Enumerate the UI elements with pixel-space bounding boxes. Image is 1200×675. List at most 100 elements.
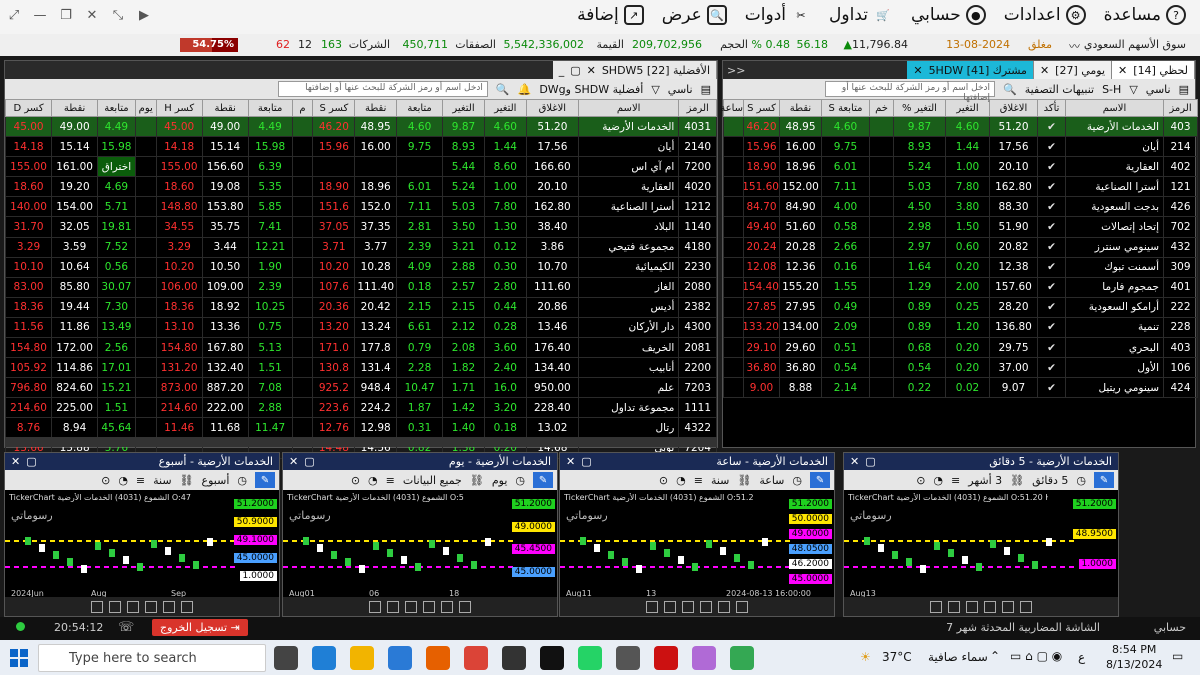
zoom-in-icon[interactable] <box>930 600 942 613</box>
close-icon[interactable]: ✕ <box>84 8 100 23</box>
table-row[interactable]: 2200 أنابيب 134.40 2.40 1.82 2.28 131.4 130.8 1.… <box>4 357 717 379</box>
table-row[interactable]: 4322 رتال 13.02 0.18 1.40 0.31 12.98 12.76 11.47… <box>4 417 717 439</box>
phone-icon[interactable]: ☏ <box>118 620 134 635</box>
pen-icon[interactable]: ✎ <box>255 472 275 488</box>
close-icon[interactable]: ✕ <box>11 455 20 468</box>
notifications-icon[interactable]: ▭ <box>1172 649 1183 663</box>
fit-icon[interactable] <box>682 600 694 613</box>
copilot-icon[interactable] <box>692 646 716 670</box>
table-row[interactable]: 7203 علم 950.00 16.0 1.71 10.47 948.4 925.2 7.08… <box>4 377 717 399</box>
settings-icon[interactable]: ⊙ <box>916 474 925 487</box>
column-header[interactable]: خم <box>869 99 894 117</box>
column-header[interactable]: نقطة <box>201 99 249 117</box>
tray-chevron-icon[interactable]: ⌃ <box>990 649 1000 663</box>
close-icon[interactable]: ✕ <box>1118 64 1127 77</box>
settings-icon[interactable]: ⊙ <box>101 474 110 487</box>
fit-icon[interactable] <box>405 600 417 613</box>
tab-shared[interactable]: مشترك 5HDW [41] ✕ <box>907 61 1034 79</box>
column-header[interactable]: متابعة S <box>821 99 870 117</box>
chart-interval[interactable]: يوم <box>492 474 508 487</box>
menu-help[interactable]: ? مساعدة <box>1104 5 1186 25</box>
column-header[interactable]: الاغلاق <box>989 99 1038 117</box>
whatsapp-icon[interactable] <box>578 646 602 670</box>
table-row[interactable]: 401 جمجوم فارما ✔ 157.60 2.00 1.29 1.55 155.20 1… <box>723 276 1198 298</box>
list-name[interactable]: ناسي <box>668 83 693 96</box>
firefox-icon[interactable] <box>426 646 450 670</box>
zoom-out-icon[interactable] <box>948 600 960 613</box>
collapse-icon[interactable]: << <box>723 64 749 77</box>
compare-icon[interactable]: ≡ <box>694 474 703 487</box>
column-header[interactable]: نقطة <box>51 99 99 117</box>
table-row[interactable]: 702 إتحاد إتصالات ✔ 51.90 1.50 2.98 0.58 51.60 4… <box>723 216 1198 238</box>
chart-body[interactable]: TickerChart الشموع (4031) الخدمات الأرضي… <box>844 491 1118 598</box>
tab-instant[interactable]: لحظي [14] ✕ <box>1112 61 1195 79</box>
pan-left-icon[interactable] <box>700 600 712 613</box>
screenshot-icon[interactable] <box>1020 600 1032 613</box>
clock-icon[interactable]: ◷ <box>1076 474 1086 487</box>
table-row[interactable]: 121 أسترا الصناعية ✔ 162.80 7.80 5.03 7.11 152.… <box>723 176 1198 198</box>
clock-icon[interactable]: ◷ <box>792 474 802 487</box>
tab-shdw5[interactable]: الأفضلية SHDW5 [22] ✕ ▢ _ <box>552 61 717 79</box>
chart-interval[interactable]: أسبوع <box>202 474 230 487</box>
windows-start-icon[interactable] <box>10 649 28 667</box>
clock-icon[interactable]: ◷ <box>237 474 247 487</box>
link-icon[interactable]: ⛓ <box>1010 474 1024 487</box>
chart-body[interactable]: TickerChart الشموع (4031) الخدمات الأرضي… <box>5 491 279 598</box>
bell-icon[interactable]: 🔔 <box>518 83 532 96</box>
edge-icon[interactable] <box>312 646 336 670</box>
table-row[interactable]: 403 البحري ✔ 29.75 0.20 0.68 0.51 29.60 29.10 <box>723 337 1198 359</box>
chart-interval[interactable]: ساعة <box>759 474 784 487</box>
pan-right-icon[interactable] <box>441 600 453 613</box>
compare-icon[interactable]: ≡ <box>386 474 395 487</box>
camera-icon[interactable]: ▶ <box>136 8 152 23</box>
clock-icon[interactable]: ◷ <box>515 474 525 487</box>
menu-trade[interactable]: 🛒 تداول <box>829 5 893 25</box>
column-header[interactable]: التغير % <box>893 99 946 117</box>
zoom-in-icon[interactable] <box>369 600 381 613</box>
menu-view[interactable]: 🔍 عرض <box>662 5 727 25</box>
column-header[interactable]: الرمز <box>1163 99 1198 117</box>
alerts-label[interactable]: تنبيهات التصفية <box>1025 83 1094 96</box>
restore-icon[interactable]: ▢ <box>865 455 875 468</box>
pan-left-icon[interactable] <box>984 600 996 613</box>
close-icon[interactable]: ✕ <box>1040 64 1049 77</box>
table-row[interactable]: 2230 الكيميائية 10.70 0.30 2.88 4.09 10.28 10.2… <box>4 256 717 278</box>
fit-icon[interactable] <box>966 600 978 613</box>
tray-icons[interactable]: ▭ ⌂ ▢ ◉ <box>1010 649 1062 663</box>
logout-button[interactable]: تسجيل الخروج ⇥ <box>152 619 248 636</box>
chart-period[interactable]: سنة <box>711 474 729 487</box>
zoom-out-icon[interactable] <box>109 600 121 613</box>
chart-period[interactable]: جميع البيانات <box>403 474 462 487</box>
list-icon[interactable]: ▤ <box>1179 83 1189 96</box>
compare-icon[interactable]: ≡ <box>951 474 960 487</box>
left-hscrollbar[interactable] <box>5 437 717 447</box>
chart-period[interactable]: سنة <box>153 474 171 487</box>
tickerchart-icon[interactable] <box>502 646 526 670</box>
column-header[interactable]: كسر S <box>743 99 780 117</box>
chart-body[interactable]: TickerChart الشموع (4031) الخدمات الأرضي… <box>560 491 834 598</box>
table-row[interactable]: 214 أيان ✔ 17.56 1.44 8.93 9.75 16.00 15.96 <box>723 136 1198 158</box>
menu-account[interactable]: ● حسابي <box>911 5 986 25</box>
indicator-icon[interactable]: ◔ <box>676 474 686 487</box>
app-icon[interactable] <box>654 646 678 670</box>
close-icon[interactable]: ✕ <box>566 455 575 468</box>
column-header[interactable]: متابعة <box>247 99 293 117</box>
column-header[interactable]: الاسم <box>1065 99 1164 117</box>
table-row[interactable]: 403 الخدمات الأرضية ✔ 51.20 4.60 9.87 4.60 48.9… <box>723 115 1198 138</box>
restore-icon[interactable]: ▢ <box>581 455 591 468</box>
column-header[interactable]: ساعة <box>720 99 744 117</box>
pan-right-icon[interactable] <box>163 600 175 613</box>
filter-icon[interactable]: ▽ <box>651 83 659 96</box>
restore-icon[interactable]: ▢ <box>26 455 36 468</box>
search-input[interactable]: ادخل اسم أو رمز الشركة للبحث عنها أو إضا… <box>277 81 488 97</box>
account-label[interactable]: حسابي <box>1154 621 1186 634</box>
pen-icon[interactable]: ✎ <box>810 472 830 488</box>
zoom-in-icon[interactable] <box>91 600 103 613</box>
calculator-icon[interactable] <box>616 646 640 670</box>
alerts-label[interactable]: أفضلية SHDW وDWg <box>539 83 643 96</box>
table-row[interactable]: 432 سينومي سنترز ✔ 20.82 0.60 2.97 2.66 20.28 20… <box>723 236 1198 258</box>
column-header[interactable]: كسر D <box>4 99 53 117</box>
column-header[interactable]: الاسم <box>577 99 680 117</box>
indicator-icon[interactable]: ◔ <box>368 474 378 487</box>
table-row[interactable]: 106 الأول ✔ 37.00 0.20 0.54 0.54 36.80 36.80 <box>723 357 1198 379</box>
